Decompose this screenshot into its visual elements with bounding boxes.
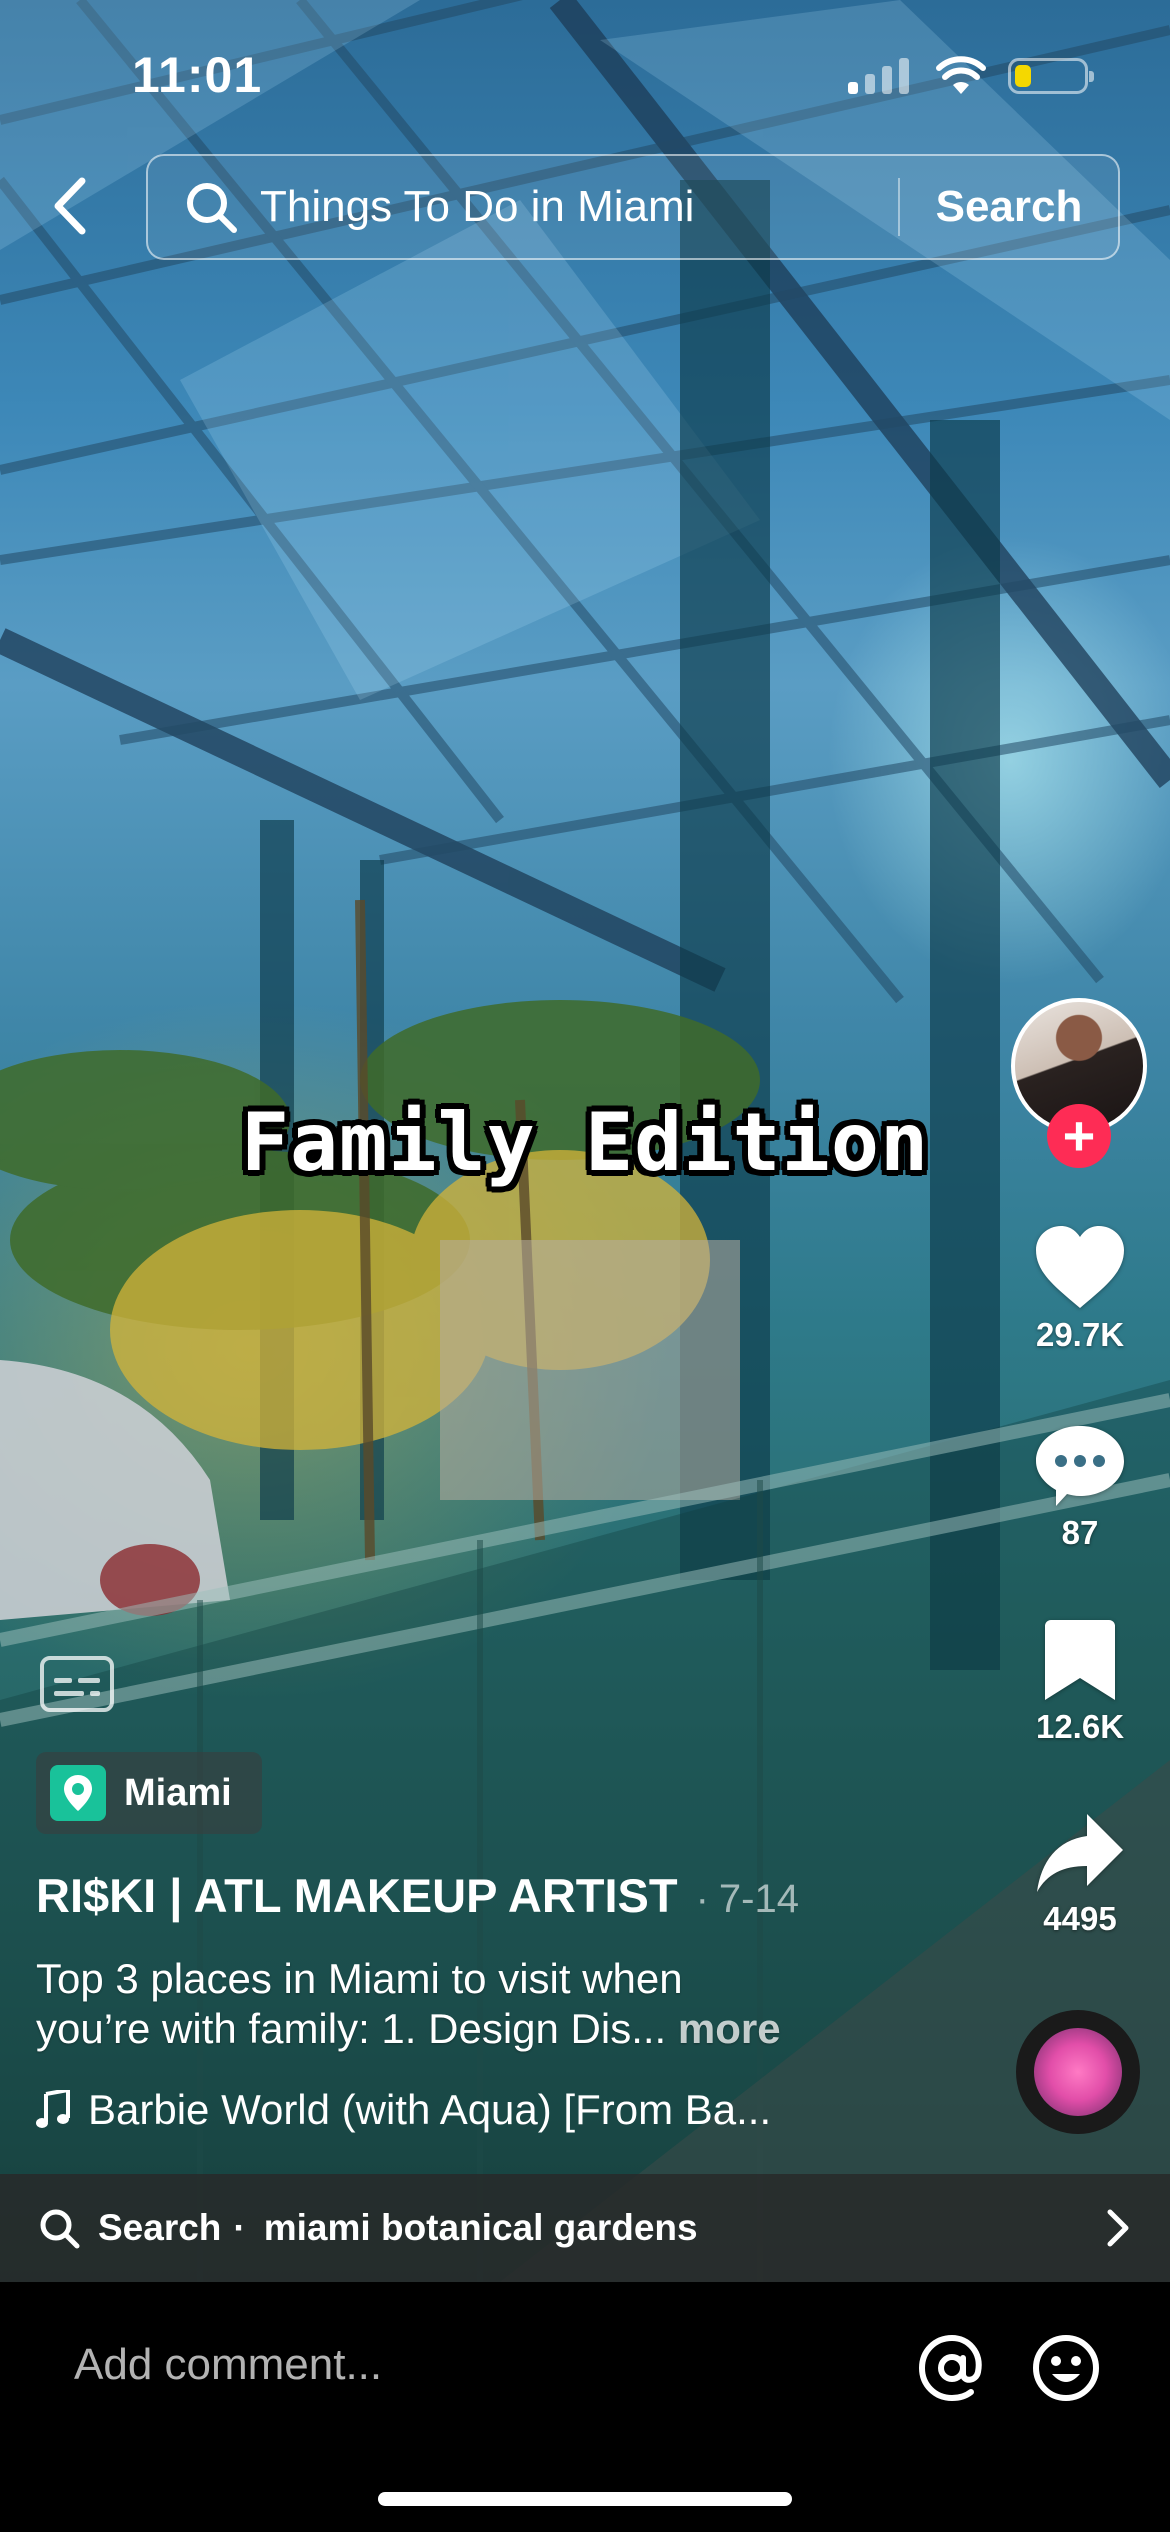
save-button[interactable]: 12.6K: [1010, 1620, 1150, 1746]
like-count: 29.7K: [1035, 1316, 1125, 1353]
comment-button[interactable]: 87: [1010, 1424, 1150, 1552]
chevron-right-icon: [1107, 2209, 1129, 2247]
follow-button[interactable]: +: [1047, 1104, 1111, 1168]
location-tag[interactable]: Miami: [36, 1752, 262, 1834]
comment-input[interactable]: Add comment...: [74, 2340, 382, 2390]
share-button[interactable]: 4495: [1010, 1812, 1150, 1938]
bookmark-icon: [1045, 1620, 1115, 1700]
emoji-icon[interactable]: [1032, 2334, 1100, 2402]
sound-disc[interactable]: [1016, 2010, 1140, 2134]
comment-icon: [1036, 1426, 1124, 1506]
battery-icon: [1008, 58, 1094, 94]
comment-count: 87: [1061, 1514, 1099, 1551]
wifi-icon: [936, 56, 986, 94]
search-button[interactable]: Search: [900, 182, 1118, 232]
suggestion-term: miami botanical gardens: [263, 2207, 698, 2248]
comment-bar: Add comment...: [0, 2282, 1170, 2532]
search-suggestion-bar[interactable]: Search · miami botanical gardens: [0, 2174, 1170, 2282]
search-icon: [187, 183, 237, 233]
mention-icon[interactable]: [918, 2334, 986, 2402]
post-date-separator: ·: [695, 1877, 709, 1921]
search-query[interactable]: Things To Do in Miami: [260, 182, 898, 232]
captions-icon[interactable]: [40, 1656, 114, 1712]
author-name[interactable]: RI$KI | ATL MAKEUP ARTIST: [36, 1869, 678, 1922]
music-title: Barbie World (with Aqua) [From Ba...: [88, 2086, 772, 2133]
video-overlay-caption: Family Edition: [240, 1096, 930, 1189]
search-bar[interactable]: Things To Do in Miami Search: [146, 154, 1120, 260]
back-button[interactable]: [40, 172, 100, 240]
suggestion-separator: ·: [233, 2207, 246, 2248]
search-icon: [40, 2209, 80, 2249]
chevron-left-icon: [54, 177, 86, 235]
suggestion-lead: Search: [98, 2207, 222, 2248]
music-note-icon: [36, 2090, 70, 2128]
music-track[interactable]: Barbie World (with Aqua) [From Ba...: [36, 2086, 771, 2134]
share-arrow-icon: [1037, 1814, 1123, 1892]
status-time: 11:01: [132, 47, 263, 103]
author-line: RI$KI | ATL MAKEUP ARTIST · 7-14: [36, 1868, 799, 1923]
post-description[interactable]: Top 3 places in Miami to visit when you’…: [36, 1954, 896, 2054]
share-count: 4495: [1043, 1900, 1117, 1937]
location-pin-icon: [50, 1765, 106, 1821]
status-bar: 11:01: [0, 0, 1170, 150]
post-date: 7-14: [718, 1877, 799, 1921]
description-line-2: you’re with family: 1. Design Dis...: [36, 2005, 667, 2052]
description-line-1: Top 3 places in Miami to visit when: [36, 1955, 683, 2002]
heart-icon: [1036, 1226, 1124, 1308]
more-link[interactable]: more: [678, 2005, 781, 2052]
home-indicator: [378, 2492, 792, 2506]
cellular-signal-icon: [848, 58, 909, 94]
location-label: Miami: [124, 1771, 232, 1814]
like-button[interactable]: 29.7K: [1010, 1226, 1150, 1354]
save-count: 12.6K: [1035, 1708, 1125, 1745]
